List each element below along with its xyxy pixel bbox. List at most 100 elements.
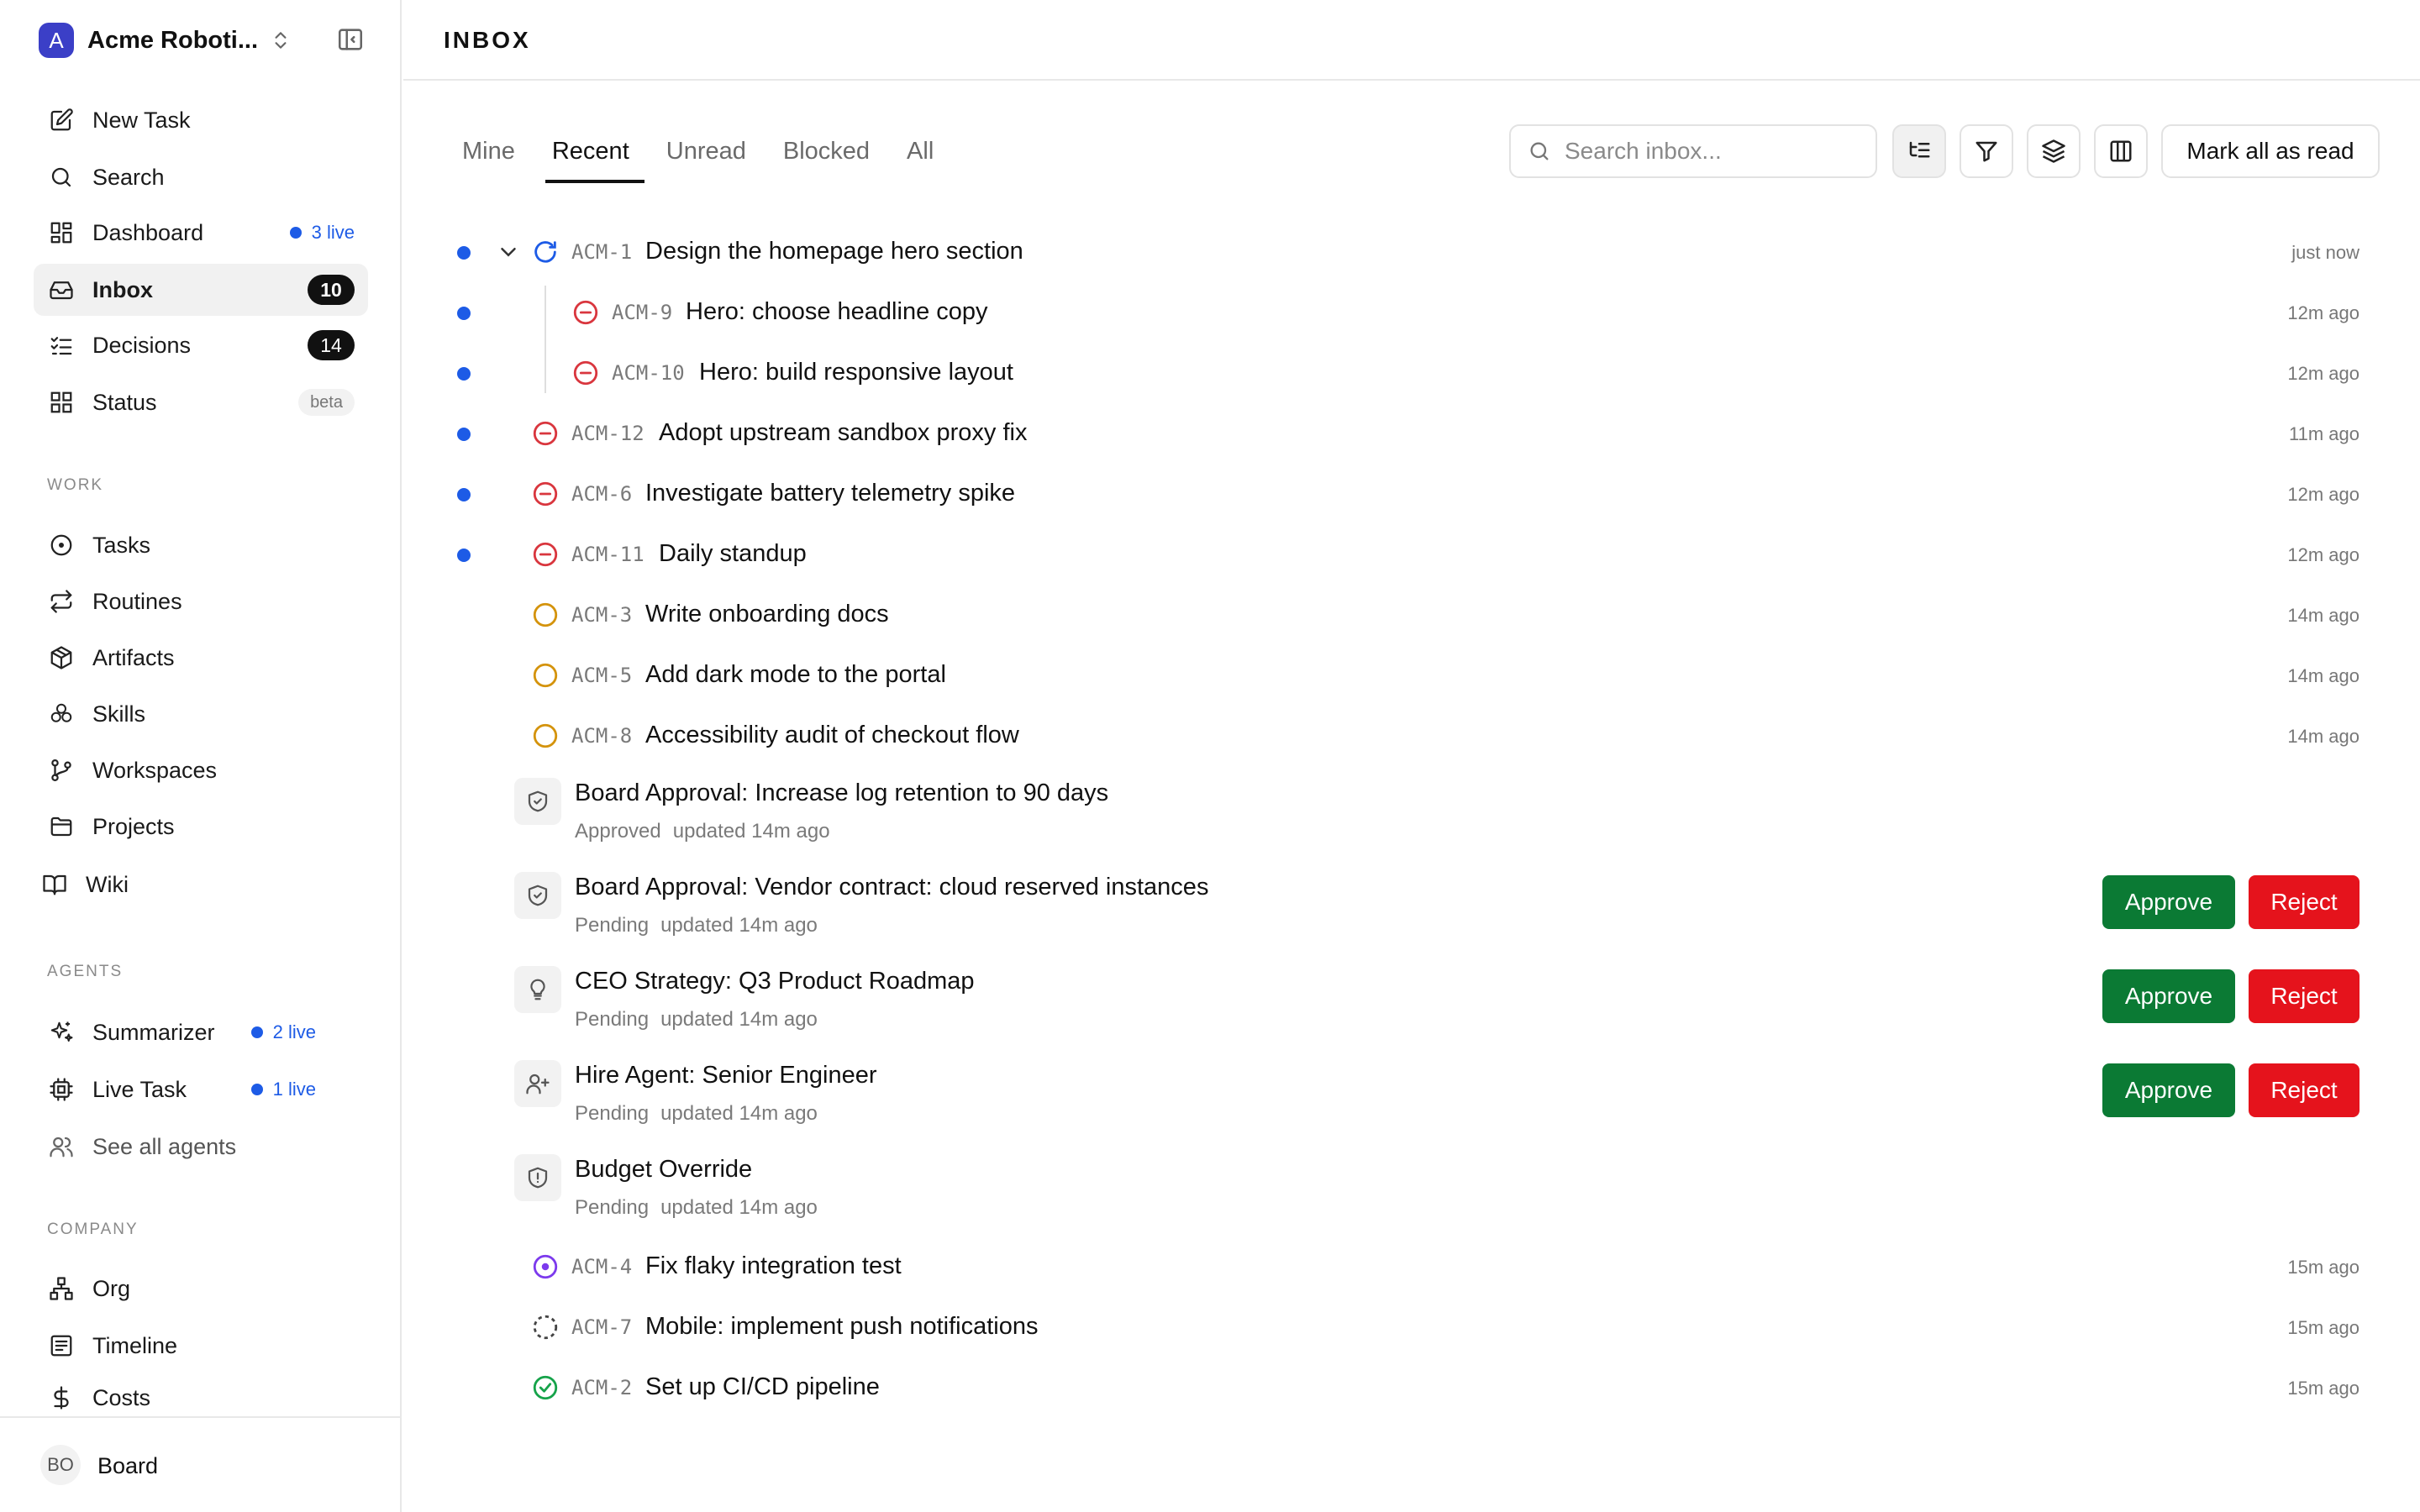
list-item[interactable]: ACM-8 Accessibility audit of checkout fl… xyxy=(437,709,2370,763)
sidebar-footer[interactable]: BO Board xyxy=(0,1416,402,1512)
sidebar-item-skills[interactable]: Skills xyxy=(34,688,368,740)
filter-icon xyxy=(1974,139,1999,164)
approval-item[interactable]: Budget Override Pending updated 14m ago xyxy=(437,1149,2370,1233)
list-item[interactable]: ACM-9 Hero: choose headline copy 12m ago xyxy=(437,286,2370,339)
tab-all[interactable]: All xyxy=(892,123,949,183)
tab-mine[interactable]: Mine xyxy=(447,123,530,183)
task-title: Set up CI/CD pipeline xyxy=(645,1373,880,1400)
reject-button[interactable]: Reject xyxy=(2249,969,2360,1023)
status-blocked-icon[interactable] xyxy=(571,298,600,327)
sidebar-item-search[interactable]: Search xyxy=(34,151,368,203)
sidebar-item-summarizer[interactable]: Summarizer 2 live xyxy=(34,1006,368,1058)
timestamp: 14m ago xyxy=(2287,665,2360,686)
sidebar-item-projects[interactable]: Projects xyxy=(34,801,368,853)
list-item[interactable]: ACM-3 Write onboarding docs 14m ago xyxy=(437,588,2370,642)
sidebar-item-new-task[interactable]: New Task xyxy=(34,94,368,146)
sidebar-item-workspaces[interactable]: Workspaces xyxy=(34,744,368,796)
shield-check-icon xyxy=(514,872,561,919)
approve-button[interactable]: Approve xyxy=(2102,875,2235,929)
list-item[interactable]: ACM-10 Hero: build responsive layout 12m… xyxy=(437,346,2370,400)
status-backlog-icon[interactable] xyxy=(531,1313,560,1341)
sidebar-collapse-button[interactable] xyxy=(336,25,365,54)
approve-button[interactable]: Approve xyxy=(2102,969,2235,1023)
status-in-review-icon[interactable] xyxy=(531,1252,560,1281)
status-in-progress-icon[interactable] xyxy=(531,238,560,266)
search-input[interactable] xyxy=(1565,138,1850,165)
search-box[interactable] xyxy=(1509,124,1877,178)
approval-meta: Pending updated 14m ago xyxy=(575,1008,829,1032)
group-button[interactable] xyxy=(2027,124,2081,178)
list-item[interactable]: ACM-6 Investigate battery telemetry spik… xyxy=(437,467,2370,521)
task-title: Mobile: implement push notifications xyxy=(645,1313,1039,1340)
list-item[interactable]: ACM-5 Add dark mode to the portal 14m ag… xyxy=(437,648,2370,702)
sidebar-item-wiki[interactable]: Wiki xyxy=(27,858,361,911)
approval-item[interactable]: Board Approval: Vendor contract: cloud r… xyxy=(437,867,2370,951)
status-blocked-icon[interactable] xyxy=(531,540,560,569)
decisions-count-badge: 14 xyxy=(308,330,355,360)
sidebar-item-live-task[interactable]: Live Task 1 live xyxy=(34,1063,368,1116)
shield-check-icon xyxy=(514,778,561,825)
tab-recent[interactable]: Recent xyxy=(537,123,644,183)
approve-button[interactable]: Approve xyxy=(2102,1063,2235,1117)
task-title: Add dark mode to the portal xyxy=(645,661,946,688)
status-blocked-icon[interactable] xyxy=(531,419,560,448)
reject-button[interactable]: Reject xyxy=(2249,1063,2360,1117)
list-item[interactable]: ACM-7 Mobile: implement push notificatio… xyxy=(437,1300,2370,1354)
org-name: Acme Roboti... xyxy=(87,26,259,54)
approval-meta: Approved updated 14m ago xyxy=(575,820,842,843)
sidebar-item-dashboard[interactable]: Dashboard 3 live xyxy=(34,207,368,259)
status-done-icon[interactable] xyxy=(531,1373,560,1402)
status-blocked-icon[interactable] xyxy=(571,359,600,387)
sidebar-item-costs[interactable]: Costs xyxy=(34,1374,368,1421)
sidebar-item-timeline[interactable]: Timeline xyxy=(34,1320,368,1372)
live-count: 3 live xyxy=(311,222,355,243)
nested-view-button[interactable] xyxy=(1892,124,1946,178)
status-todo-icon[interactable] xyxy=(531,661,560,690)
list-item[interactable]: ACM-1 Design the homepage hero section j… xyxy=(437,225,2370,279)
list-item[interactable]: ACM-12 Adopt upstream sandbox proxy fix … xyxy=(437,407,2370,460)
cpu-icon xyxy=(47,1075,76,1104)
timestamp: 12m ago xyxy=(2287,302,2360,323)
mark-all-read-button[interactable]: Mark all as read xyxy=(2161,124,2380,178)
tab-blocked[interactable]: Blocked xyxy=(768,123,885,183)
sidebar-item-label: Tasks xyxy=(92,532,151,558)
sidebar-item-label: Inbox xyxy=(92,276,153,302)
task-id: ACM-7 xyxy=(571,1315,633,1339)
list-item[interactable]: ACM-2 Set up CI/CD pipeline 15m ago xyxy=(437,1361,2370,1415)
list-item[interactable]: ACM-11 Daily standup 12m ago xyxy=(437,528,2370,581)
sidebar-item-tasks[interactable]: Tasks xyxy=(34,519,368,571)
status-blocked-icon[interactable] xyxy=(531,480,560,508)
sidebar-item-artifacts[interactable]: Artifacts xyxy=(34,632,368,684)
section-label-agents: AGENTS xyxy=(47,963,124,980)
reject-button[interactable]: Reject xyxy=(2249,875,2360,929)
search-icon xyxy=(1528,139,1551,163)
org-switcher[interactable]: A Acme Roboti... xyxy=(39,22,366,59)
approval-title: CEO Strategy: Q3 Product Roadmap xyxy=(575,968,975,995)
columns-button[interactable] xyxy=(2094,124,2148,178)
status-todo-icon[interactable] xyxy=(531,722,560,750)
chevron-down-icon[interactable] xyxy=(496,238,521,266)
status-todo-icon[interactable] xyxy=(531,601,560,629)
approval-meta: Pending updated 14m ago xyxy=(575,1196,829,1220)
layers-icon xyxy=(2041,139,2066,164)
approval-updated: updated 14m ago xyxy=(660,1196,818,1219)
sidebar-item-status[interactable]: Status beta xyxy=(34,376,368,428)
network-icon xyxy=(47,1274,76,1303)
sidebar-item-org[interactable]: Org xyxy=(34,1263,368,1315)
sidebar-item-decisions[interactable]: Decisions 14 xyxy=(34,319,368,371)
sidebar-item-label: Wiki xyxy=(86,871,129,897)
list-item[interactable]: ACM-4 Fix flaky integration test 15m ago xyxy=(437,1240,2370,1294)
approval-meta: Pending updated 14m ago xyxy=(575,914,829,937)
sidebar-item-inbox[interactable]: Inbox 10 xyxy=(34,264,368,316)
sidebar-item-see-all-agents[interactable]: See all agents xyxy=(34,1121,368,1173)
sidebar-item-routines[interactable]: Routines xyxy=(34,575,368,627)
sidebar-item-label: Summarizer xyxy=(92,1019,215,1045)
timestamp: just now xyxy=(2291,242,2360,263)
approval-item[interactable]: CEO Strategy: Q3 Product Roadmap Pending… xyxy=(437,961,2370,1045)
timestamp: 15m ago xyxy=(2287,1317,2360,1338)
approval-item[interactable]: Hire Agent: Senior Engineer Pending updat… xyxy=(437,1055,2370,1139)
tab-unread[interactable]: Unread xyxy=(651,123,761,183)
approval-item[interactable]: Board Approval: Increase log retention t… xyxy=(437,773,2370,857)
filter-button[interactable] xyxy=(1960,124,2013,178)
task-id: ACM-3 xyxy=(571,603,633,627)
